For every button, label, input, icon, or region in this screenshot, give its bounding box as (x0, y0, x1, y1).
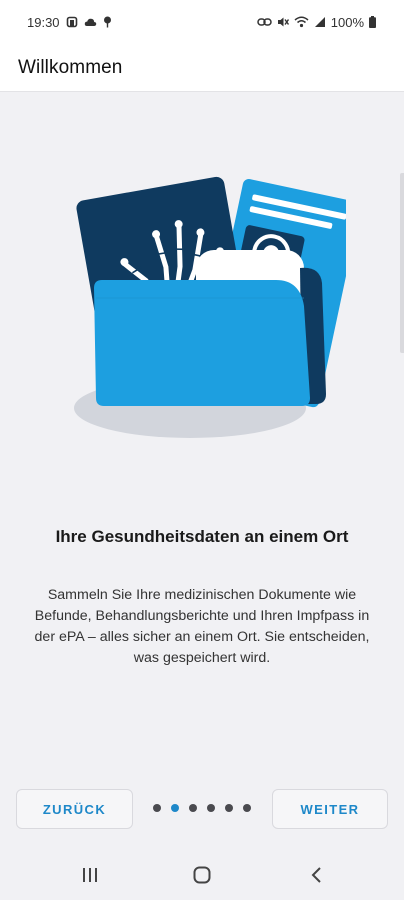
location-icon (103, 16, 111, 28)
status-time: 19:30 (27, 14, 60, 30)
link-icon (257, 18, 272, 26)
cloud-icon (84, 18, 96, 26)
page-title: Willkommen (18, 56, 123, 78)
system-nav-bar (0, 850, 404, 900)
app-bar: Willkommen (0, 44, 404, 92)
back-button[interactable]: ZURÜCK (16, 789, 133, 829)
page-dot (225, 804, 233, 812)
recent-apps-icon[interactable] (82, 866, 98, 884)
battery-percent: 100% (330, 14, 364, 30)
onboarding-headline: Ihre Gesundheitsdaten an einem Ort (55, 527, 349, 546)
page-indicator (153, 804, 251, 812)
signal-icon (314, 17, 325, 27)
next-button[interactable]: WEITER (272, 789, 388, 829)
folder-front (94, 280, 310, 406)
scroll-indicator (400, 173, 404, 353)
status-left: 19:30 (27, 15, 112, 30)
onboarding-content[interactable]: Ihre Gesundheitsdaten an einem Ort Samme… (0, 93, 404, 850)
page-dot (243, 804, 251, 812)
page-dot (189, 804, 197, 812)
status-right: 100% (257, 15, 376, 30)
notification-icon (66, 16, 77, 28)
back-icon[interactable] (310, 866, 322, 884)
page-dot (171, 804, 179, 812)
onboarding-description: Sammeln Sie Ihre medizinischen Dokumente… (34, 587, 370, 666)
battery-icon (369, 16, 376, 28)
wifi-icon (294, 16, 309, 28)
home-icon[interactable] (193, 866, 211, 884)
page-dot (207, 804, 215, 812)
mute-icon (277, 17, 289, 27)
page-dot (153, 804, 161, 812)
health-documents-illustration (74, 176, 346, 438)
status-bar: 19:30 100% (0, 0, 404, 44)
